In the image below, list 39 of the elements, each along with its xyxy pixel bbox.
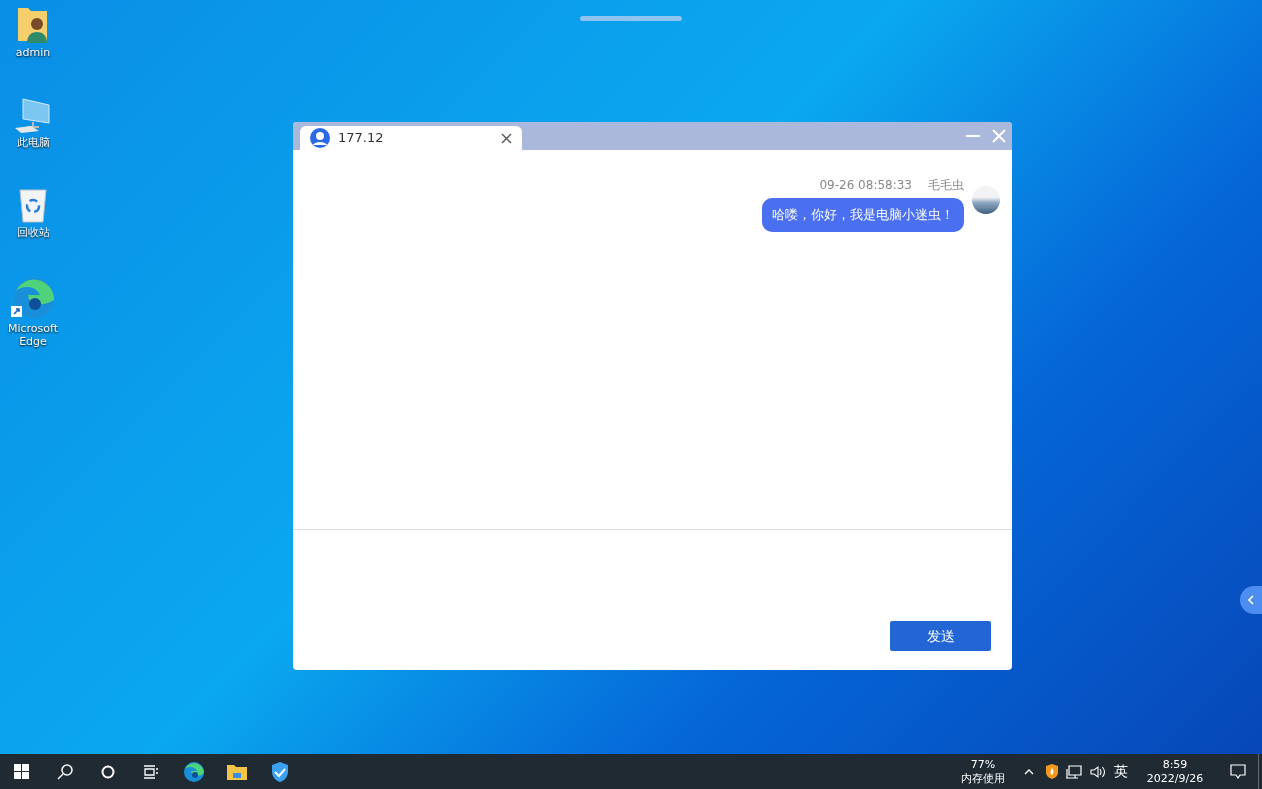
- input-method-indicator[interactable]: 英: [1114, 761, 1128, 782]
- task-view-icon: [143, 764, 158, 779]
- avatar: [972, 186, 1000, 214]
- memory-label: 内存使用: [960, 771, 1006, 786]
- chevron-left-icon: [1248, 595, 1254, 605]
- clock-time: 8:59: [1161, 757, 1189, 772]
- browser-icon: [182, 760, 205, 783]
- sender-name: 毛毛虫: [928, 177, 964, 194]
- desktop-shortcut[interactable]: 此电脑: [0, 96, 66, 186]
- drag-handle[interactable]: [580, 16, 682, 21]
- side-panel-tab[interactable]: [1240, 586, 1262, 614]
- clock-date: 2022/9/26: [1145, 771, 1205, 786]
- browser-icon: [10, 276, 56, 320]
- desktop-shortcut[interactable]: Microsoft Edge: [0, 276, 66, 366]
- network-icon[interactable]: [1066, 764, 1082, 779]
- windows-icon: [14, 764, 29, 779]
- circle-icon: [100, 764, 115, 779]
- close-icon[interactable]: [501, 132, 512, 144]
- folder-icon: [225, 762, 248, 781]
- send-button[interactable]: 发送: [890, 621, 991, 651]
- message-time: 09-26 08:58:33: [819, 177, 912, 194]
- chevron-up-icon[interactable]: [1024, 768, 1034, 775]
- recycle-bin-icon: [17, 186, 49, 224]
- message-bubble: 哈喽，你好，我是电脑小迷虫！: [762, 198, 964, 232]
- search-icon: [56, 763, 73, 780]
- user-icon: [310, 128, 330, 148]
- desktop-shortcut[interactable]: 回收站: [0, 186, 66, 276]
- tab-title: 177.12: [338, 129, 384, 148]
- clock[interactable]: 8:59 2022/9/26: [1140, 757, 1210, 786]
- computer-icon: [13, 96, 53, 134]
- user-folder-icon: [16, 6, 50, 44]
- shield-icon[interactable]: [1046, 764, 1058, 779]
- chat-tab[interactable]: 177.12: [300, 126, 522, 150]
- shield-icon: [269, 760, 290, 783]
- notification-icon: [1230, 764, 1246, 779]
- memory-percent: 77%: [969, 757, 997, 772]
- volume-icon[interactable]: [1090, 764, 1106, 779]
- desktop-shortcut[interactable]: admin: [0, 6, 66, 96]
- memory-usage[interactable]: 77% 内存使用: [958, 757, 1008, 786]
